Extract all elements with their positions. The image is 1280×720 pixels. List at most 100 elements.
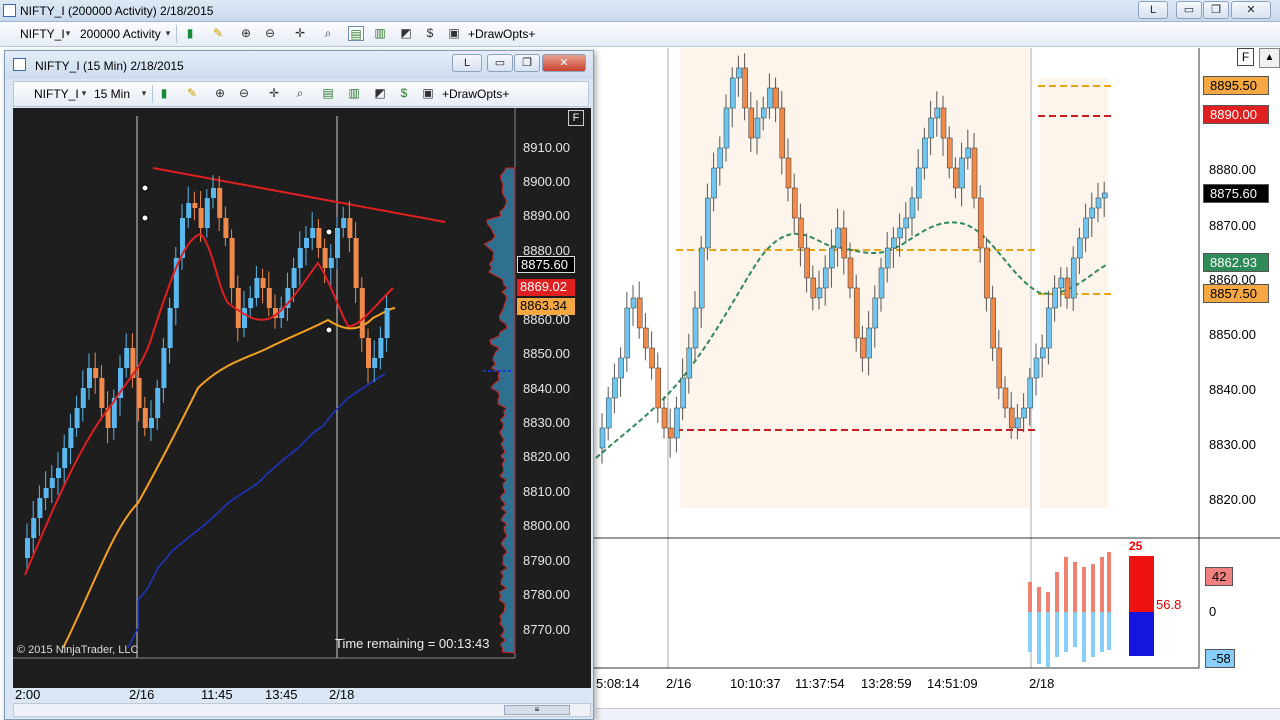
minimize-button[interactable]: ▭ bbox=[487, 54, 513, 72]
zoom-out-icon[interactable]: ⊖ bbox=[262, 26, 278, 41]
bar-type-icon[interactable]: ▮ bbox=[156, 86, 172, 101]
close-button[interactable]: ✕ bbox=[1231, 1, 1271, 19]
candle bbox=[99, 364, 105, 421]
dollar-icon[interactable]: $ bbox=[422, 26, 438, 41]
child-f-button[interactable]: F bbox=[568, 110, 584, 126]
properties-icon[interactable]: ▤ bbox=[348, 26, 364, 41]
scroll-up-icon[interactable]: ▲ bbox=[1259, 48, 1280, 68]
child-horizontal-scrollbar[interactable]: ≡ bbox=[13, 703, 591, 717]
price-box: 8869.02 bbox=[517, 279, 575, 296]
candle bbox=[285, 272, 291, 321]
indicator-value: 56.8 bbox=[1156, 597, 1182, 612]
pencil-icon[interactable]: ✎ bbox=[210, 26, 226, 41]
candle bbox=[636, 281, 643, 339]
zoom-in-icon[interactable]: ⊕ bbox=[238, 26, 254, 41]
zoom-out-icon[interactable]: ⊖ bbox=[236, 86, 252, 101]
candle bbox=[124, 333, 130, 378]
dollar-icon[interactable]: $ bbox=[396, 86, 412, 101]
candle bbox=[335, 217, 340, 270]
scrollbar-thumb[interactable]: ≡ bbox=[504, 705, 570, 715]
restore-button[interactable]: ❐ bbox=[1203, 1, 1229, 19]
minimize-button[interactable]: ▭ bbox=[1176, 1, 1202, 19]
candle bbox=[149, 400, 154, 442]
candle bbox=[605, 386, 612, 441]
candle bbox=[353, 222, 359, 304]
price-label: 8870.00 bbox=[1209, 218, 1256, 233]
drawopts-button[interactable]: +DrawOpts+ bbox=[468, 27, 535, 41]
candle bbox=[87, 353, 92, 400]
price-label: 8850.00 bbox=[523, 346, 570, 361]
instrument-selector[interactable]: NIFTY_I bbox=[20, 27, 65, 41]
main-f-button[interactable]: F bbox=[1237, 48, 1254, 66]
candle bbox=[180, 204, 185, 270]
candle bbox=[186, 186, 192, 228]
child-chart-window: NIFTY_I (15 Min) 2/18/2015 L ▭ ❐ ✕ NIFTY… bbox=[4, 50, 594, 720]
price-label: 8890.00 bbox=[523, 208, 570, 223]
candle bbox=[347, 200, 353, 253]
find-icon[interactable]: ⌕ bbox=[292, 86, 308, 101]
price-label: 8820.00 bbox=[1209, 492, 1256, 507]
time-label: 11:45 bbox=[201, 687, 233, 702]
price-label: 8840.00 bbox=[523, 381, 570, 396]
chevron-down-icon[interactable]: ▾ bbox=[160, 26, 176, 41]
candle bbox=[155, 379, 161, 430]
candle bbox=[372, 340, 378, 383]
candle bbox=[31, 500, 37, 553]
drawopts-button[interactable]: +DrawOpts+ bbox=[442, 87, 509, 101]
candle bbox=[254, 266, 260, 307]
candle bbox=[273, 294, 278, 329]
link-button[interactable]: L bbox=[452, 54, 482, 72]
chevron-down-icon[interactable]: ▾ bbox=[76, 86, 92, 101]
crosshair-icon[interactable]: ✛ bbox=[266, 86, 282, 101]
child-chart-area[interactable]: F 8910.00 8900.00 8890.00 8880.00 8860.0… bbox=[13, 108, 591, 688]
properties-icon[interactable]: ▤ bbox=[320, 86, 336, 101]
indicator-bar bbox=[1055, 572, 1059, 657]
toolbar-separator bbox=[176, 25, 177, 43]
indicator-bar bbox=[1091, 564, 1095, 657]
candle bbox=[49, 465, 55, 504]
data-box-icon[interactable]: ▣ bbox=[446, 26, 462, 41]
crosshair-icon[interactable]: ✛ bbox=[292, 26, 308, 41]
chart-window-icon bbox=[13, 58, 26, 71]
link-button[interactable]: L bbox=[1138, 1, 1168, 19]
chevron-down-icon[interactable]: ▾ bbox=[60, 26, 76, 41]
strategies-icon[interactable]: ◩ bbox=[372, 86, 388, 101]
indicator-label: 0 bbox=[1209, 604, 1217, 619]
child-time-axis: 2:00 2/16 11:45 13:45 2/18 bbox=[13, 687, 591, 702]
candle bbox=[384, 294, 390, 352]
price-label: 8800.00 bbox=[523, 518, 570, 533]
instrument-selector[interactable]: NIFTY_I bbox=[34, 87, 79, 101]
indicators-icon[interactable]: ▥ bbox=[372, 26, 388, 41]
indicator-bar bbox=[1028, 582, 1032, 652]
restore-button[interactable]: ❐ bbox=[514, 54, 540, 72]
period-selector[interactable]: 200000 Activity bbox=[80, 27, 161, 41]
find-icon[interactable]: ⌕ bbox=[320, 26, 336, 41]
candle bbox=[655, 352, 662, 423]
main-title-bar: NIFTY_I (200000 Activity) 2/18/2015 L ▭ … bbox=[0, 0, 1280, 22]
bar-type-icon[interactable]: ▮ bbox=[182, 26, 198, 41]
candle bbox=[217, 175, 223, 232]
candle bbox=[93, 352, 99, 394]
candle bbox=[297, 231, 303, 286]
time-label: 2/16 bbox=[129, 687, 155, 702]
price-label: 8810.00 bbox=[523, 484, 570, 499]
close-button[interactable]: ✕ bbox=[542, 54, 586, 72]
strategies-icon[interactable]: ◩ bbox=[398, 26, 414, 41]
data-box-icon[interactable]: ▣ bbox=[420, 86, 436, 101]
time-label: 2:00 bbox=[15, 687, 41, 702]
chevron-down-icon[interactable]: ▾ bbox=[136, 86, 152, 101]
candle bbox=[304, 226, 309, 266]
candle bbox=[204, 189, 210, 238]
price-box: 8863.34 bbox=[517, 298, 575, 315]
pencil-icon[interactable]: ✎ bbox=[184, 86, 200, 101]
indicators-icon[interactable]: ▥ bbox=[346, 86, 362, 101]
candle bbox=[599, 413, 606, 464]
horizontal-scrollbar[interactable] bbox=[596, 708, 1280, 720]
app-icon bbox=[3, 4, 16, 17]
candle bbox=[80, 370, 86, 422]
candle bbox=[130, 333, 136, 388]
period-selector[interactable]: 15 Min bbox=[94, 87, 130, 101]
price-label: 8820.00 bbox=[523, 449, 570, 464]
zoom-in-icon[interactable]: ⊕ bbox=[212, 86, 228, 101]
candle bbox=[43, 471, 49, 511]
